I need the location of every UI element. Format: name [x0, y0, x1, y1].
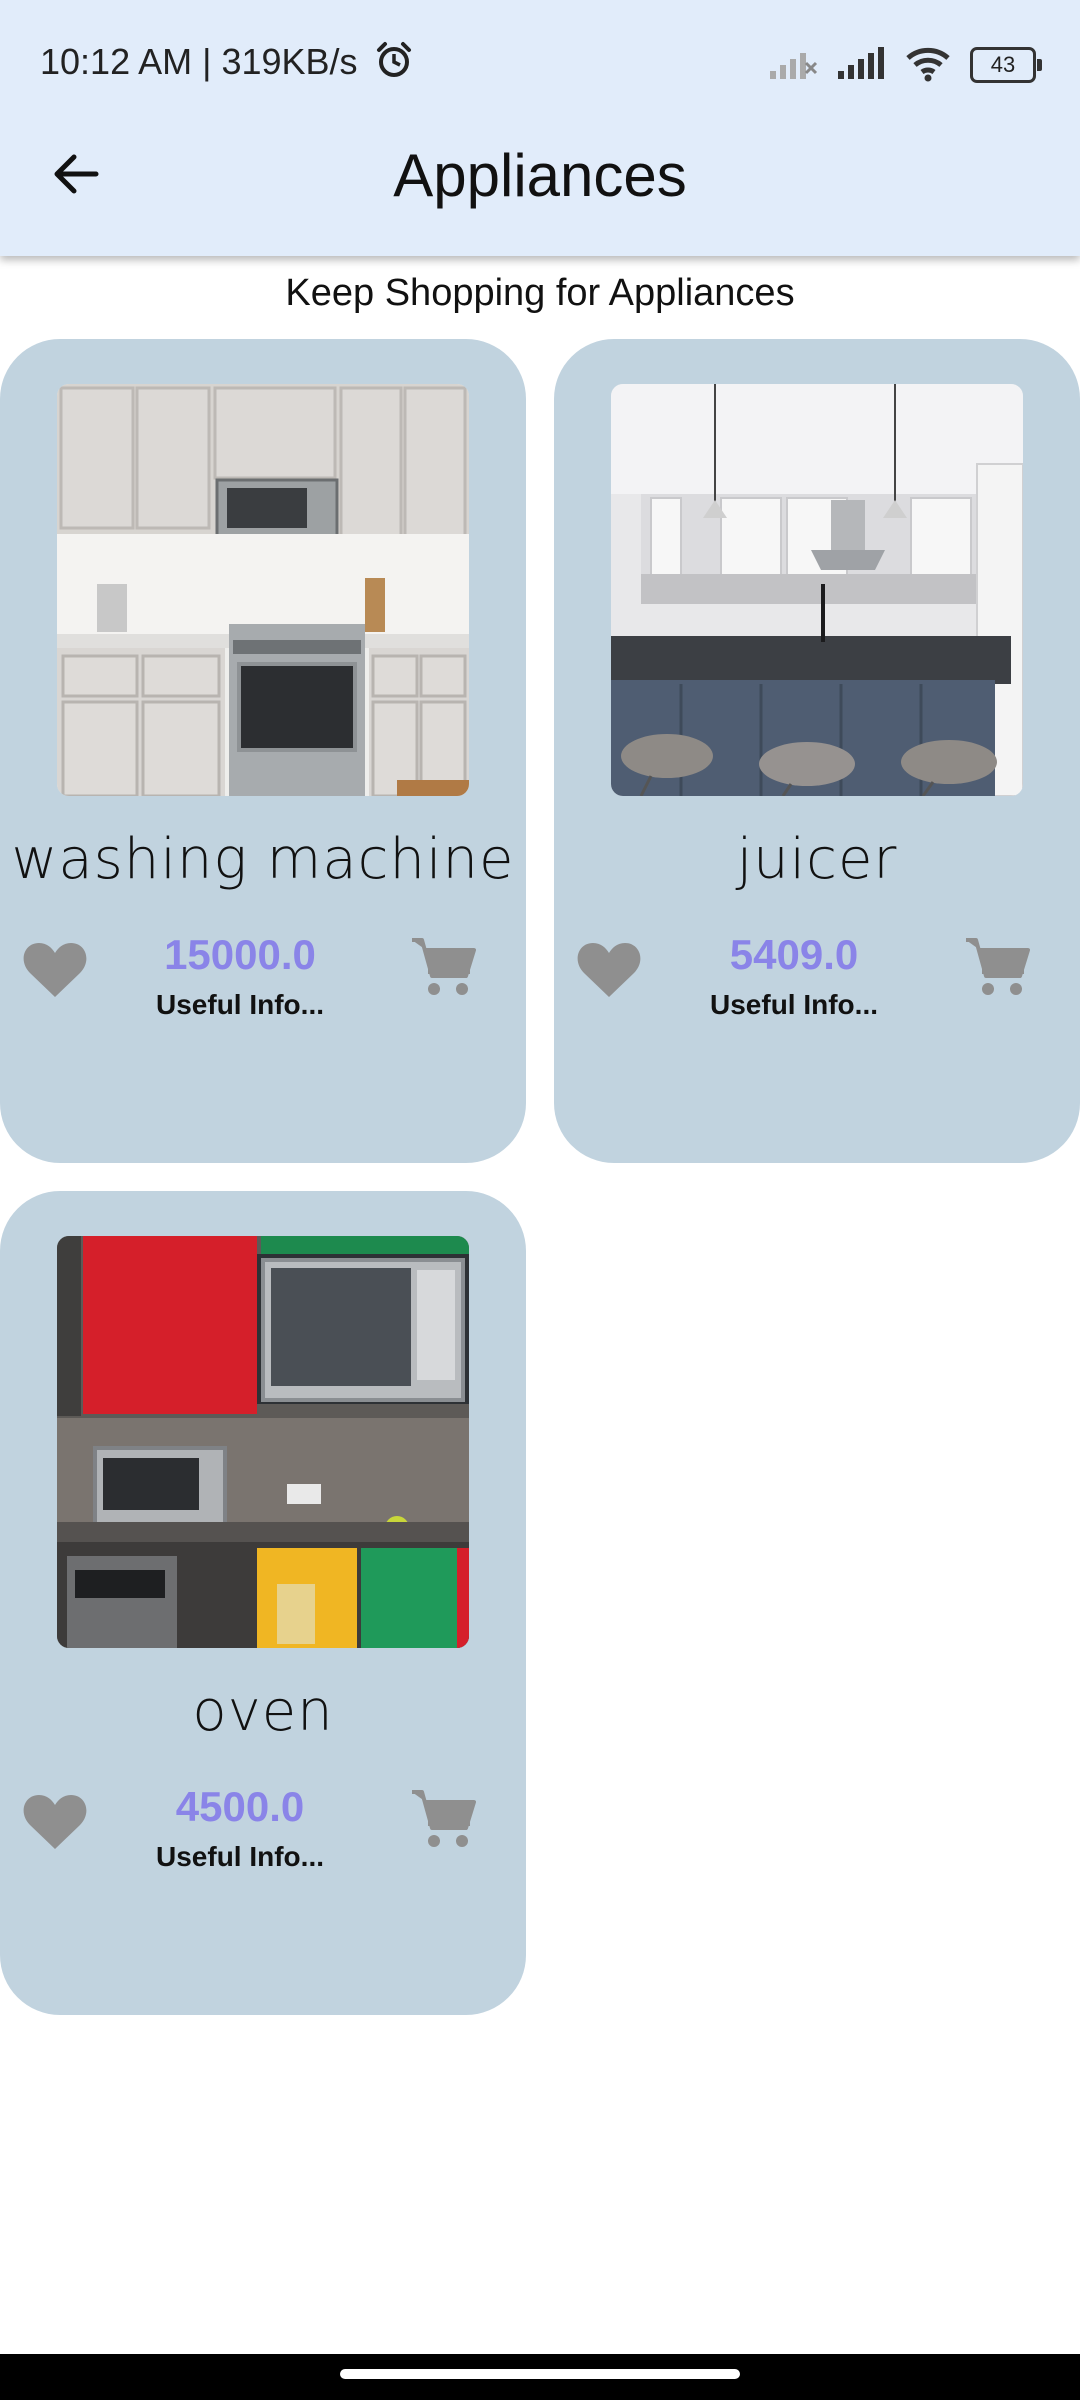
section-subtitle: Keep Shopping for Appliances	[285, 272, 795, 314]
product-card[interactable]: washing machine 15000.0 Useful Info...	[0, 339, 526, 1163]
alarm-icon	[374, 40, 414, 89]
cart-icon[interactable]	[410, 936, 476, 998]
cart-icon[interactable]	[410, 1788, 476, 1850]
heart-icon[interactable]	[22, 939, 88, 999]
product-image	[611, 384, 1023, 796]
product-card[interactable]: oven 4500.0 Useful Info...	[0, 1191, 526, 2015]
system-icons: 43	[768, 40, 1042, 90]
page-title: Appliances	[393, 142, 687, 209]
app-bar: 10:12 AM | 319KB/s 43 Appliances	[0, 0, 1080, 256]
status-bar: 10:12 AM | 319KB/s	[40, 40, 414, 89]
heart-icon[interactable]	[576, 939, 642, 999]
battery-icon: 43	[970, 47, 1042, 83]
product-price: 5409.0	[729, 931, 859, 978]
system-navigation-bar	[0, 2354, 1080, 2400]
product-name: juicer	[736, 827, 898, 892]
home-gesture-bar[interactable]	[340, 2369, 740, 2379]
product-price: 4500.0	[175, 1783, 305, 1830]
product-info: Useful Info...	[156, 989, 324, 1020]
product-image	[57, 384, 469, 796]
heart-icon[interactable]	[22, 1791, 88, 1851]
product-info: Useful Info...	[710, 989, 878, 1020]
product-image	[57, 1236, 469, 1648]
signal-off-icon	[768, 45, 818, 86]
product-name: washing machine	[11, 827, 515, 892]
signal-icon	[836, 45, 886, 86]
cart-icon[interactable]	[964, 936, 1030, 998]
wifi-icon	[904, 44, 952, 87]
product-name: oven	[192, 1679, 334, 1744]
product-info: Useful Info...	[156, 1841, 324, 1872]
product-card[interactable]: juicer 5409.0 Useful Info...	[554, 339, 1080, 1163]
product-price: 15000.0	[164, 931, 316, 978]
status-time: 10:12 AM | 319KB/s	[40, 41, 358, 83]
